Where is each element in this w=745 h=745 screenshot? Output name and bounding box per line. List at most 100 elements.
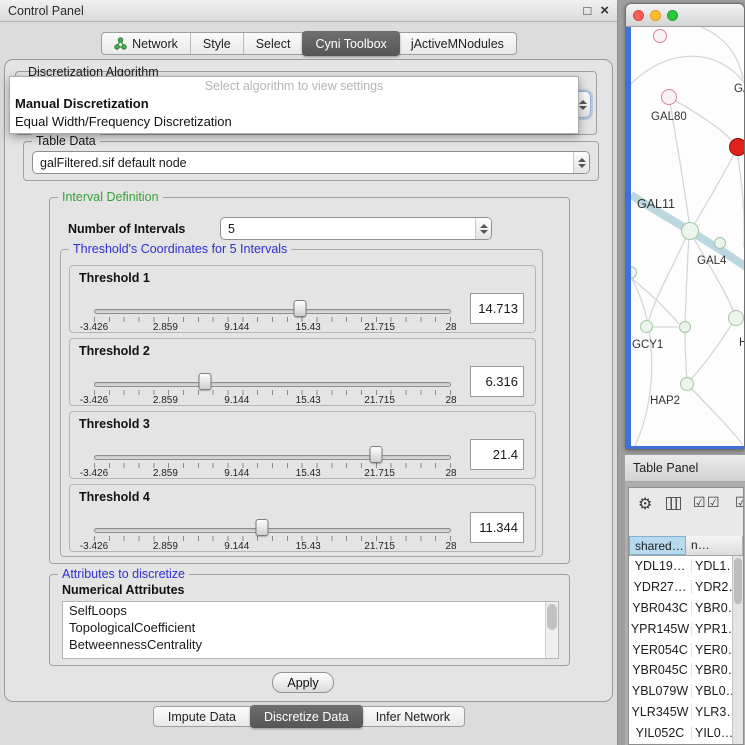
close-window-icon[interactable]: ×: [600, 3, 609, 18]
network-node[interactable]: [679, 321, 691, 333]
list-item[interactable]: SelfLoops: [63, 602, 558, 619]
network-node[interactable]: [714, 237, 726, 249]
threshold-4-slider[interactable]: -3.426 2.859 9.144 15.43 21.715 28: [94, 485, 451, 553]
tab-label: Cyni Toolbox: [315, 37, 386, 51]
threshold-2-slider[interactable]: -3.426 2.859 9.144 15.43 21.715 28: [94, 339, 451, 407]
tab-discretize-data[interactable]: Discretize Data: [250, 705, 363, 728]
apply-button[interactable]: Apply: [272, 672, 334, 693]
columns-icon[interactable]: [666, 497, 681, 510]
tab-network[interactable]: Network: [102, 33, 191, 54]
dropdown-option-equal-width-frequency[interactable]: Equal Width/Frequency Discretization: [10, 113, 578, 131]
slider-track[interactable]: [94, 382, 451, 387]
node-label: HAP2: [650, 395, 680, 407]
table-panel-title: Table Panel: [633, 461, 698, 475]
network-node[interactable]: [661, 89, 677, 105]
table-row[interactable]: YBR043CYBR0…: [629, 598, 743, 619]
node-label: GAL11: [637, 197, 675, 211]
gear-icon[interactable]: ⚙: [638, 494, 652, 514]
table-row[interactable]: YPR145WYPR1…: [629, 618, 743, 639]
table-panel-body: ⚙ ☑ ☑ ☑ shared… n… YDL19…YDL1… YDR27…YDR…: [625, 482, 745, 745]
slider-thumb[interactable]: [294, 300, 307, 317]
cyni-toolbox-panel: Discretization Algorithm Select algorith…: [4, 59, 613, 702]
table-row[interactable]: YER054CYER0…: [629, 639, 743, 660]
interval-definition-group: Interval Definition Number of Intervals …: [49, 197, 570, 564]
float-window-icon[interactable]: □: [583, 4, 591, 17]
slider-thumb[interactable]: [255, 519, 268, 536]
tab-impute-data[interactable]: Impute Data: [154, 707, 251, 726]
list-item[interactable]: BetweennessCentrality: [63, 636, 558, 653]
network-node[interactable]: [640, 320, 653, 333]
table-scrollbar[interactable]: [732, 556, 743, 744]
network-window-titlebar: [626, 4, 744, 27]
column-header-shared-name[interactable]: shared…: [629, 536, 686, 555]
attributes-scrollbar[interactable]: [545, 602, 558, 658]
threshold-3-slider[interactable]: -3.426 2.859 9.144 15.43 21.715 28: [94, 412, 451, 480]
stepper-icon: [573, 152, 589, 173]
node-table-window: ⚙ ☑ ☑ ☑ shared… n… YDL19…YDL1… YDR27…YDR…: [628, 487, 744, 745]
slider-thumb[interactable]: [370, 446, 383, 463]
group-label: Table Data: [32, 134, 100, 149]
network-node[interactable]: [681, 222, 699, 240]
slider-scale: -3.426 2.859 9.144 15.43 21.715 28: [94, 395, 451, 406]
table-rows: YDL19…YDL1… YDR27…YDR2… YBR043CYBR0… YPR…: [629, 556, 743, 744]
threshold-4-block: Threshold 4 -3.426 2.859 9.144 15.43 21.…: [69, 484, 536, 552]
group-label: Threshold's Coordinates for 5 Intervals: [69, 242, 291, 257]
checkbox-icon[interactable]: ☑: [735, 494, 744, 511]
dropdown-option-manual-discretization[interactable]: Manual Discretization: [10, 95, 578, 113]
network-node[interactable]: [680, 377, 694, 391]
table-row[interactable]: YIL052CYIL0…: [629, 722, 743, 743]
slider-scale: -3.426 2.859 9.144 15.43 21.715 28: [94, 468, 451, 479]
zoom-traffic-light-icon[interactable]: [667, 10, 678, 21]
minimize-traffic-light-icon[interactable]: [650, 10, 661, 21]
scrollbar-thumb[interactable]: [547, 604, 557, 630]
network-node-highlighted[interactable]: [729, 138, 745, 156]
table-row[interactable]: YBL079WYBL0…: [629, 681, 743, 702]
slider-thumb[interactable]: [198, 373, 211, 390]
network-canvas[interactable]: GAL80 GA GAL11 GAL4 GCY1 H HAP2: [631, 27, 745, 446]
table-column-headers: shared… n…: [629, 536, 743, 556]
control-panel-window: Control Panel □ × Network Style Select C…: [0, 0, 618, 745]
tab-label: Style: [203, 37, 231, 51]
table-row[interactable]: YBR045CYBR0…: [629, 660, 743, 681]
network-icon: [114, 37, 127, 50]
tab-label: Network: [132, 37, 178, 51]
slider-track[interactable]: [94, 309, 451, 314]
node-label: GCY1: [632, 339, 663, 351]
tab-infer-network[interactable]: Infer Network: [362, 707, 464, 726]
threshold-3-block: Threshold 3 -3.426 2.859 9.144 15.43 21.…: [69, 411, 536, 479]
node-label: GAL80: [651, 111, 687, 123]
tab-cyni-toolbox[interactable]: Cyni Toolbox: [302, 31, 399, 56]
slider-track[interactable]: [94, 455, 451, 460]
network-view-window: GAL80 GA GAL11 GAL4 GCY1 H HAP2: [625, 3, 745, 450]
combobox-value: 5: [228, 222, 475, 236]
threshold-3-value-field[interactable]: 21.4: [470, 439, 524, 470]
threshold-1-slider[interactable]: -3.426 2.859 9.144 15.43 21.715 28: [94, 266, 451, 334]
cyni-mode-tab-bar: Impute Data Discretize Data Infer Networ…: [0, 705, 618, 728]
network-node[interactable]: [653, 29, 667, 43]
list-item[interactable]: TopologicalCoefficient: [63, 619, 558, 636]
table-data-combobox[interactable]: galFiltered.sif default node: [32, 151, 590, 174]
slider-track[interactable]: [94, 528, 451, 533]
tab-style[interactable]: Style: [191, 33, 244, 54]
slider-scale: -3.426 2.859 9.144 15.43 21.715 28: [94, 322, 451, 333]
numerical-attributes-list[interactable]: SelfLoops TopologicalCoefficient Between…: [62, 601, 559, 659]
number-of-intervals-combobox[interactable]: 5: [220, 217, 492, 240]
tab-jactivemnodules[interactable]: jActiveMNodules: [399, 33, 516, 54]
threshold-2-value-field[interactable]: 6.316: [470, 366, 524, 397]
table-row[interactable]: YDR27…YDR2…: [629, 577, 743, 598]
threshold-4-value-field[interactable]: 11.344: [470, 512, 524, 543]
table-data-group: Table Data galFiltered.sif default node: [23, 141, 599, 181]
control-panel-titlebar: Control Panel □ ×: [0, 0, 617, 22]
tab-select[interactable]: Select: [244, 33, 304, 54]
column-header-name[interactable]: n…: [686, 536, 743, 555]
table-row[interactable]: YLR345WYLR3…: [629, 702, 743, 723]
network-node[interactable]: [728, 310, 744, 326]
close-traffic-light-icon[interactable]: [633, 10, 644, 21]
select-all-checkbox-icon[interactable]: ☑: [693, 494, 706, 511]
window-title: Control Panel: [8, 4, 84, 18]
scrollbar-thumb[interactable]: [734, 558, 742, 604]
table-row[interactable]: YDL19…YDL1…: [629, 556, 743, 577]
threshold-1-value-field[interactable]: 14.713: [470, 293, 524, 324]
algorithm-dropdown-popup: Select algorithm to view settings Manual…: [9, 76, 579, 134]
checkbox-icon[interactable]: ☑: [707, 494, 720, 511]
